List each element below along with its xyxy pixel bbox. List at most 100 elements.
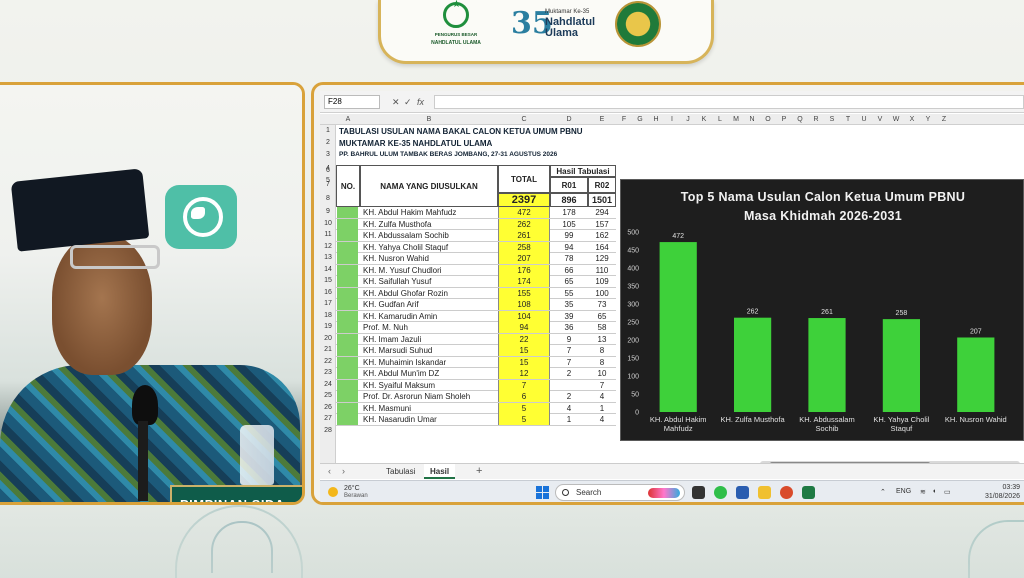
cell-r01[interactable]: 55 [550, 288, 588, 299]
spreadsheet-grid[interactable]: TABULASI USULAN NAMA BAKAL CALON KETUA U… [336, 125, 616, 463]
cell-r02[interactable]: 8 [588, 345, 616, 356]
table-row[interactable]: KH. Marsudi Suhud 15 7 8 [336, 345, 616, 357]
taskbar-search[interactable]: Search [555, 484, 685, 501]
table-row[interactable]: KH. Gudfan Arif 108 35 73 [336, 299, 616, 311]
cell-name[interactable]: KH. Nasarudin Umar [360, 414, 498, 425]
cell-r01[interactable]: 65 [550, 276, 588, 287]
cell-r02[interactable]: 162 [588, 230, 616, 241]
column-header[interactable]: V [872, 114, 888, 125]
table-row[interactable]: KH. Kamarudin Amin 104 39 65 [336, 310, 616, 322]
no-cell[interactable] [337, 402, 358, 414]
cell-r01[interactable]: 178 [550, 207, 588, 218]
volume-icon[interactable]: ◖ [932, 488, 936, 495]
column-header[interactable]: A [336, 114, 360, 125]
table-row[interactable]: Prof. M. Nuh 94 36 58 [336, 322, 616, 334]
row-header[interactable]: 18 [320, 312, 336, 319]
no-cell[interactable] [337, 230, 358, 241]
table-row[interactable]: KH. Abdussalam Sochib 261 99 162 [336, 230, 616, 242]
language-indicator[interactable]: ENG [896, 488, 911, 495]
cell-name[interactable]: Prof. M. Nuh [360, 322, 498, 333]
formula-input[interactable] [434, 95, 1024, 109]
column-header[interactable]: N [744, 114, 760, 125]
cell-total[interactable]: 207 [498, 253, 550, 264]
cell-r02[interactable]: 73 [588, 299, 616, 310]
no-cell[interactable] [337, 264, 358, 276]
browser-icon[interactable] [780, 486, 793, 499]
name-box[interactable]: F28 [324, 95, 380, 109]
cell-total[interactable]: 472 [498, 207, 550, 218]
column-header[interactable]: T [840, 114, 856, 125]
no-cell[interactable] [337, 287, 358, 299]
no-cell[interactable] [337, 414, 358, 425]
no-cell[interactable] [337, 207, 358, 218]
cell-r02[interactable]: 4 [588, 414, 616, 425]
column-header[interactable]: Q [792, 114, 808, 125]
column-header[interactable]: Y [920, 114, 936, 125]
no-cell[interactable] [337, 276, 358, 287]
cell-name[interactable]: KH. Abdussalam Sochib [360, 230, 498, 241]
column-header[interactable]: Z [936, 114, 952, 125]
row-header[interactable]: 7 [320, 181, 336, 188]
no-cell[interactable] [337, 322, 358, 333]
table-row[interactable]: KH. Abdul Hakim Mahfudz 472 178 294 [336, 207, 616, 219]
cell-r01[interactable]: 78 [550, 253, 588, 264]
row-header[interactable]: 24 [320, 381, 336, 388]
cell-total[interactable]: 176 [498, 264, 550, 276]
cell-r02[interactable]: 4 [588, 391, 616, 402]
row-header[interactable]: 26 [320, 404, 336, 411]
table-row[interactable]: KH. M. Yusuf Chudlori 176 66 110 [336, 264, 616, 276]
start-button[interactable] [536, 486, 549, 499]
cell-total[interactable]: 258 [498, 241, 550, 253]
row-header[interactable]: 8 [320, 195, 336, 202]
cell-r02[interactable]: 7 [588, 380, 616, 391]
column-header[interactable]: U [856, 114, 872, 125]
cell-r02[interactable]: 13 [588, 334, 616, 345]
cell-r01[interactable]: 4 [550, 403, 588, 414]
cell-name[interactable]: KH. Kamarudin Amin [360, 311, 498, 322]
cell-r02[interactable]: 109 [588, 276, 616, 287]
table-row[interactable]: KH. Masmuni 5 4 1 [336, 402, 616, 414]
cell-r01[interactable]: 105 [550, 219, 588, 230]
cell-total[interactable]: 6 [498, 391, 550, 402]
column-header[interactable]: S [824, 114, 840, 125]
row-header[interactable]: 11 [320, 231, 336, 238]
no-cell[interactable] [337, 368, 358, 379]
column-header[interactable]: B [360, 114, 498, 125]
row-header[interactable]: 17 [320, 300, 336, 307]
cell-name[interactable]: KH. Saifullah Yusuf [360, 276, 498, 287]
cell-name[interactable]: KH. Muhaimin Iskandar [360, 357, 498, 368]
cell-total[interactable]: 104 [498, 310, 550, 322]
cell-name[interactable]: KH. M. Yusuf Chudlori [360, 265, 498, 276]
add-sheet-button[interactable]: + [476, 464, 482, 479]
cell-r01[interactable]: 99 [550, 230, 588, 241]
table-row[interactable]: KH. Nusron Wahid 207 78 129 [336, 253, 616, 265]
tab-hasil[interactable]: Hasil [424, 464, 456, 479]
cell-total[interactable]: 261 [498, 230, 550, 241]
row-header[interactable]: 15 [320, 277, 336, 284]
clock[interactable]: 03:39 31/08/2026 [960, 483, 1020, 501]
cell-name[interactable]: KH. Abdul Mun'im DZ [360, 368, 498, 379]
column-header[interactable]: G [632, 114, 648, 125]
row-header[interactable]: 23 [320, 369, 336, 376]
cell-name[interactable]: KH. Masmuni [360, 403, 498, 414]
cell-name[interactable]: KH. Zulfa Musthofa [360, 219, 498, 230]
no-cell[interactable] [337, 391, 358, 402]
bar[interactable] [734, 317, 772, 412]
row-header[interactable]: 14 [320, 266, 336, 273]
table-row[interactable]: KH. Imam Jazuli 22 9 13 [336, 333, 616, 345]
table-row[interactable]: KH. Syaiful Maksum 7 7 [336, 379, 616, 391]
column-header[interactable]: M [728, 114, 744, 125]
cell-r02[interactable]: 294 [588, 207, 616, 218]
cell-r01[interactable]: 94 [550, 242, 588, 253]
cell-r01[interactable]: 36 [550, 322, 588, 333]
confirm-icon[interactable]: ✓ [404, 95, 412, 109]
no-cell[interactable] [337, 345, 358, 356]
bar[interactable] [882, 319, 920, 412]
no-cell[interactable] [337, 299, 358, 310]
cell-name[interactable]: KH. Abdul Hakim Mahfudz [360, 207, 498, 218]
table-row[interactable]: Prof. Dr. Asrorun Niam Sholeh 6 2 4 [336, 391, 616, 403]
table-row[interactable]: KH. Muhaimin Iskandar 15 7 8 [336, 356, 616, 368]
row-header[interactable]: 16 [320, 289, 336, 296]
column-header[interactable]: K [696, 114, 712, 125]
column-header[interactable]: H [648, 114, 664, 125]
